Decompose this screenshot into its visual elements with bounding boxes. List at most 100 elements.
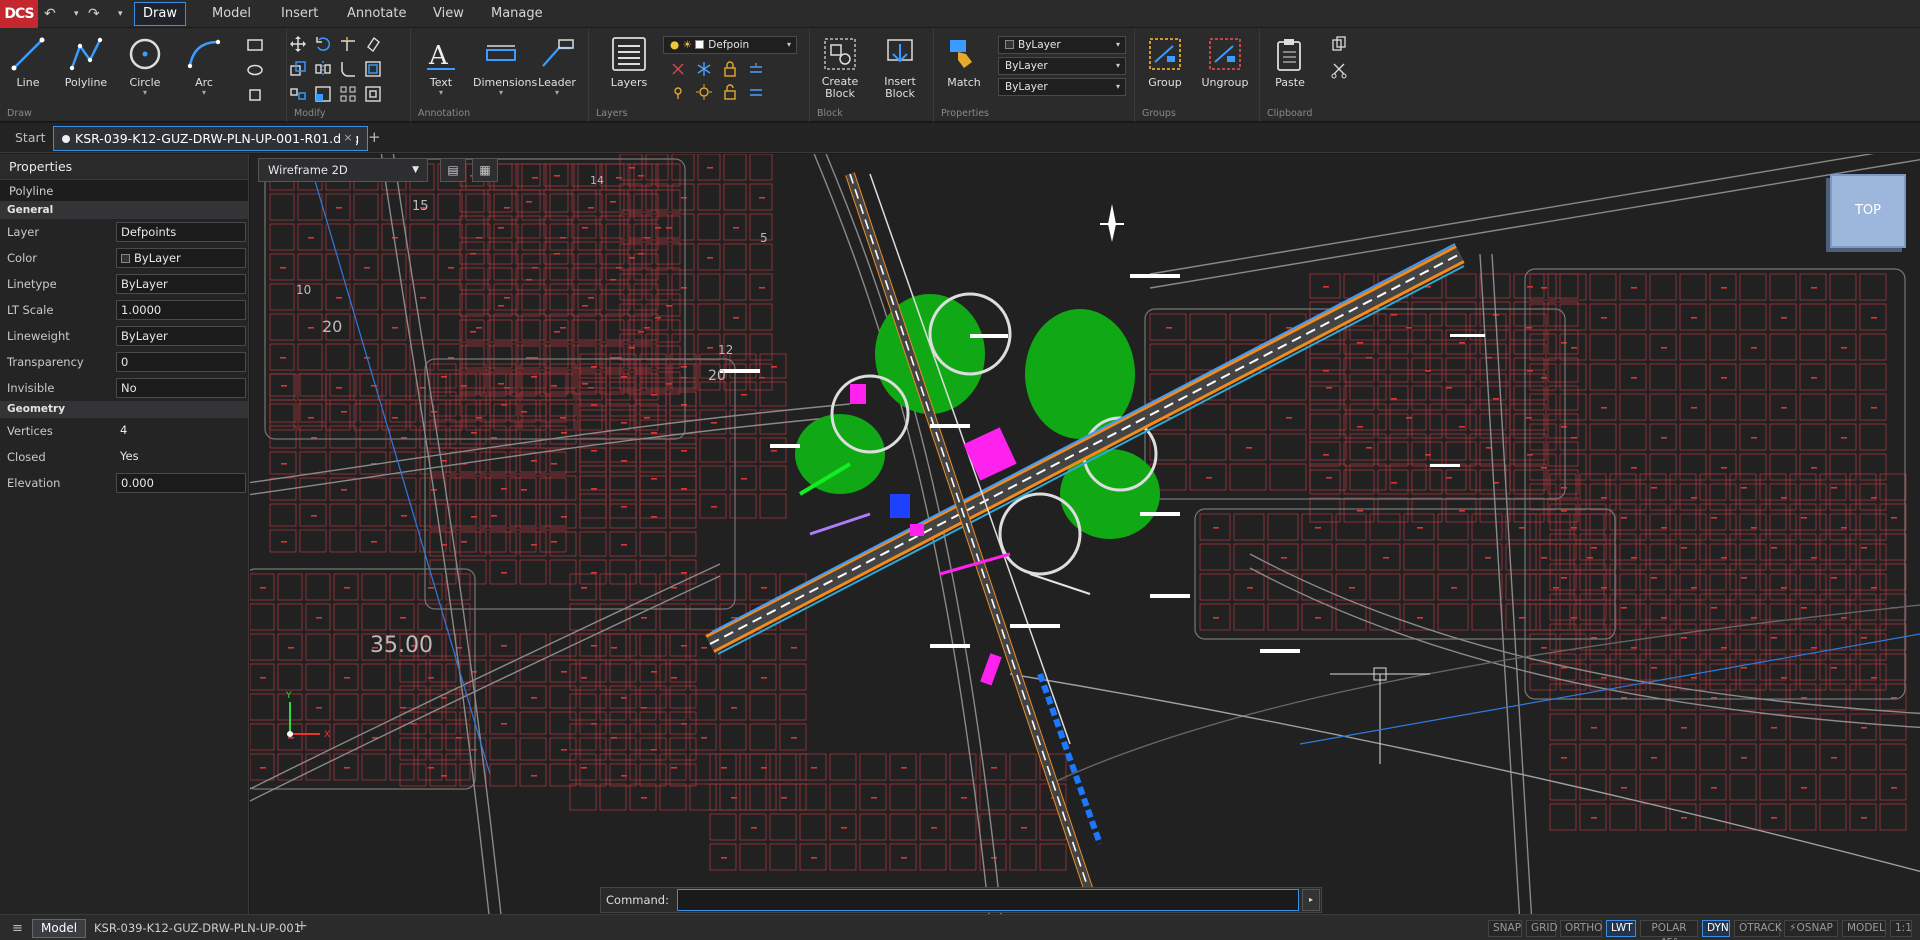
color-select[interactable]: ByLayer ▾ bbox=[998, 36, 1126, 54]
close-tab-icon[interactable]: × bbox=[340, 130, 356, 146]
group-button[interactable]: Group bbox=[1137, 32, 1193, 104]
move-icon[interactable] bbox=[289, 35, 307, 53]
prop-invisible-value[interactable]: No bbox=[116, 378, 246, 398]
cut-icon[interactable] bbox=[1330, 61, 1348, 79]
tab-draw[interactable]: Draw bbox=[134, 2, 186, 26]
layer-match-icon[interactable] bbox=[747, 60, 765, 78]
layer-previous-icon[interactable] bbox=[747, 83, 765, 101]
mirror-icon[interactable] bbox=[314, 60, 332, 78]
text-button[interactable]: A Text ▾ bbox=[413, 32, 469, 104]
leader-button[interactable]: Leader ▾ bbox=[529, 32, 585, 104]
array-icon[interactable] bbox=[339, 85, 357, 103]
status-toggle-snap[interactable]: SNAP bbox=[1488, 920, 1522, 937]
prop-color-field[interactable]: ByLayer bbox=[116, 248, 246, 268]
copy-icon[interactable] bbox=[289, 60, 307, 78]
parcel bbox=[353, 283, 379, 311]
drawing-tab[interactable]: KSR-039-K12-GUZ-DRW-PLN-UP-001-R01.dwg bbox=[53, 126, 369, 151]
menu-icon[interactable]: ≡ bbox=[12, 921, 23, 936]
circle-dropdown-icon[interactable]: ▾ bbox=[117, 89, 173, 97]
create-block-button[interactable]: Create Block bbox=[812, 32, 868, 104]
general-section-header[interactable]: General bbox=[0, 202, 248, 219]
offset-icon[interactable] bbox=[364, 60, 382, 78]
prop-layer-value[interactable]: Defpoints bbox=[116, 222, 246, 242]
rectangle-icon[interactable] bbox=[246, 36, 264, 54]
tab-view[interactable]: View bbox=[424, 2, 473, 26]
dimensions-button[interactable]: Dimensions ▾ bbox=[473, 32, 537, 104]
explode-icon[interactable] bbox=[364, 85, 382, 103]
viewport-layout-icon[interactable]: ▤ bbox=[440, 158, 466, 182]
status-toggle-model[interactable]: MODEL bbox=[1842, 920, 1886, 937]
status-toggle-ortho[interactable]: ORTHO bbox=[1560, 920, 1602, 937]
status-toggle-dyn[interactable]: DYN bbox=[1702, 920, 1730, 937]
insert-block-button[interactable]: Insert Block bbox=[872, 32, 928, 104]
geometry-section-header[interactable]: Geometry bbox=[0, 401, 248, 418]
leader-dropdown-icon[interactable]: ▾ bbox=[529, 89, 585, 97]
new-tab-icon[interactable]: + bbox=[368, 128, 381, 146]
lineweight-select[interactable]: ByLayer ▾ bbox=[998, 78, 1126, 96]
tab-insert[interactable]: Insert bbox=[272, 2, 327, 26]
tab-annotate[interactable]: Annotate bbox=[338, 2, 415, 26]
stretch-icon[interactable] bbox=[289, 85, 307, 103]
prop-ltscale-value[interactable]: 1.0000 bbox=[116, 300, 246, 320]
layers-button[interactable]: Layers bbox=[601, 32, 657, 104]
arc-dropdown-icon[interactable]: ▾ bbox=[176, 89, 232, 97]
prop-linetype-value[interactable]: ByLayer bbox=[116, 274, 246, 294]
parcel-marker bbox=[1601, 407, 1607, 409]
paste-button[interactable]: Paste bbox=[1262, 32, 1318, 104]
prop-closed-value[interactable]: Yes bbox=[116, 447, 246, 467]
dimensions-dropdown-icon[interactable]: ▾ bbox=[473, 89, 529, 97]
status-toggle-grid[interactable]: GRID bbox=[1526, 920, 1558, 937]
current-layer-select[interactable]: ● ☀ Defpoin ▾ bbox=[663, 36, 797, 54]
layer-off-icon[interactable] bbox=[669, 60, 687, 78]
layer-thaw-icon[interactable] bbox=[695, 83, 713, 101]
circle-button[interactable]: Circle ▾ bbox=[117, 32, 173, 104]
viewport-grid-icon[interactable]: ▦ bbox=[472, 158, 498, 182]
layer-unlock-icon[interactable] bbox=[721, 83, 739, 101]
ungroup-button[interactable]: Ungroup bbox=[1197, 32, 1253, 104]
layer-lock-icon[interactable] bbox=[721, 60, 739, 78]
prop-transparency-value[interactable]: 0 bbox=[116, 352, 246, 372]
visual-style-select[interactable]: Wireframe 2D ▼ bbox=[258, 158, 428, 182]
copy-clip-icon[interactable] bbox=[1330, 35, 1348, 53]
undo-dropdown-icon[interactable]: ▾ bbox=[74, 4, 79, 24]
tab-manage[interactable]: Manage bbox=[482, 2, 552, 26]
status-toggle-11[interactable]: 1:1 bbox=[1890, 920, 1912, 937]
redo-dropdown-icon[interactable]: ▾ bbox=[118, 4, 123, 24]
parcel bbox=[1529, 483, 1557, 511]
text-dropdown-icon[interactable]: ▾ bbox=[413, 89, 469, 97]
status-toggle-otrack[interactable]: OTRACK bbox=[1734, 920, 1782, 937]
redo-icon[interactable]: ↷ bbox=[88, 4, 100, 24]
fillet-icon[interactable] bbox=[339, 60, 357, 78]
erase-icon[interactable] bbox=[364, 35, 382, 53]
model-tab[interactable]: Model bbox=[32, 919, 87, 938]
object-type-select[interactable]: Polyline bbox=[0, 180, 248, 202]
polyline-button[interactable]: Polyline bbox=[58, 32, 114, 104]
parcel-marker bbox=[336, 297, 342, 299]
undo-icon[interactable]: ↶ bbox=[44, 4, 56, 24]
prop-elevation-value[interactable]: 0.000 bbox=[116, 473, 246, 493]
start-tab[interactable]: Start bbox=[6, 127, 55, 149]
rotate-icon[interactable] bbox=[314, 35, 332, 53]
tab-model[interactable]: Model bbox=[203, 2, 260, 26]
view-cube[interactable]: TOP bbox=[1830, 174, 1906, 248]
status-toggle-lwt[interactable]: LWT bbox=[1606, 920, 1636, 937]
linetype-select[interactable]: ByLayer ▾ bbox=[998, 57, 1126, 75]
status-toggle-polar45[interactable]: POLAR 45° bbox=[1640, 920, 1698, 940]
layer-isolate-icon[interactable] bbox=[669, 83, 687, 101]
layout-tab[interactable]: KSR-039-K12-GUZ-DRW-PLN-UP-001 bbox=[94, 919, 301, 938]
command-go-icon[interactable]: ▸ bbox=[1302, 889, 1320, 911]
ellipse-icon[interactable] bbox=[246, 61, 264, 79]
line-button[interactable]: Line bbox=[0, 32, 56, 104]
status-toggle-osnap[interactable]: ⚡OSNAP bbox=[1784, 920, 1838, 937]
trim-icon[interactable] bbox=[339, 35, 357, 53]
layer-freeze-icon[interactable] bbox=[695, 60, 713, 78]
polygon-icon[interactable] bbox=[246, 86, 264, 104]
scale-icon[interactable] bbox=[314, 85, 332, 103]
add-layout-icon[interactable]: + bbox=[296, 918, 308, 934]
match-properties-button[interactable]: Match bbox=[936, 32, 992, 104]
drawing-canvas[interactable]: 35.00 20 15 12 10 14 5 20 Y X Wireframe … bbox=[250, 154, 1920, 914]
arc-button[interactable]: Arc ▾ bbox=[176, 32, 232, 104]
prop-lineweight-value[interactable]: ByLayer bbox=[116, 326, 246, 346]
command-input[interactable] bbox=[677, 889, 1299, 911]
parcel bbox=[1309, 469, 1341, 495]
